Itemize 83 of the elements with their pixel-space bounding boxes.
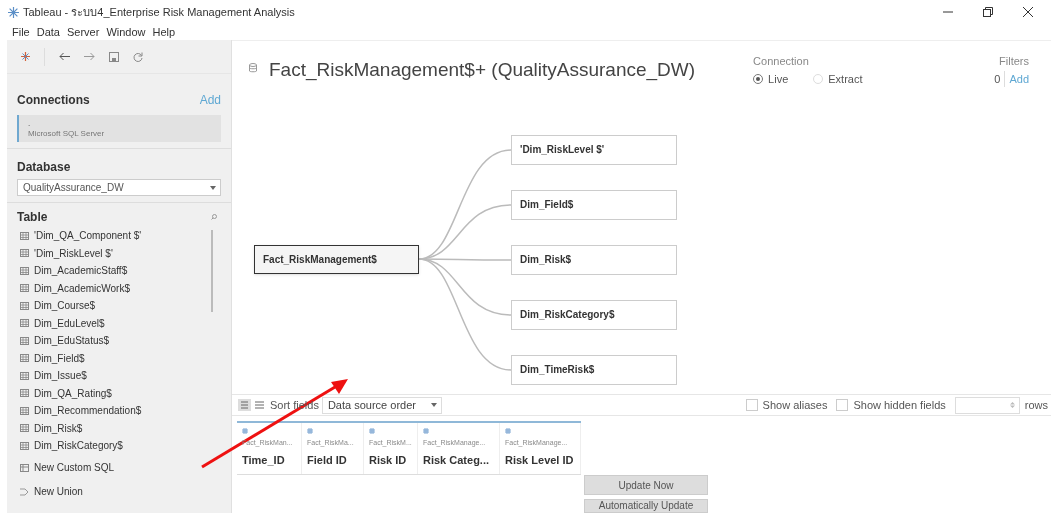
forward-icon[interactable] [84,52,95,61]
table-icon [20,371,29,380]
table-icon [20,249,29,257]
menu-item[interactable]: File [12,23,30,41]
table-list-item[interactable]: Dim_Course$ [34,298,96,313]
dimension-table-node[interactable]: Dim_RiskCategory$ [511,299,677,330]
caret-icon [430,403,437,408]
table-list-item[interactable]: Dim_AcademicWork$ [34,280,130,296]
checkbox-label: Show hidden fields [853,397,946,413]
number-type-icon [423,428,429,434]
table-icon [20,354,29,362]
rows-field[interactable] [954,396,1020,414]
dimension-table-node[interactable]: 'Dim_RiskLevel $' [511,134,677,165]
table-list-item[interactable]: 'Dim_RiskLevel $' [34,245,113,261]
table-icon [20,266,29,275]
table-icon [20,441,29,450]
dimension-table-node[interactable]: Dim_Risk$ [511,244,677,275]
connection-radio[interactable]: Live [753,70,789,87]
table-icon [20,231,29,240]
rows-label: rows [1024,397,1048,413]
menu-item[interactable]: Window [106,23,146,41]
table-list-item[interactable]: Dim_EduStatus$ [34,333,110,348]
union-icon [20,487,29,496]
table-list-item[interactable]: Dim_Field$ [34,350,85,366]
menu-item[interactable]: Data [36,23,60,41]
table-list-item[interactable]: Dim_Recommendation$ [34,403,142,418]
table-list-item[interactable]: Dim_Issue$ [34,368,87,383]
database-icon [249,63,259,73]
save-icon[interactable] [109,51,119,62]
table-icon [20,424,29,432]
number-type-icon [307,428,313,434]
new-union-item[interactable]: New Union [34,484,83,499]
menu-item[interactable]: Server [67,23,100,41]
table-list-item[interactable]: 'Dim_QA_Component $' [34,228,142,243]
checkbox-label: Show aliases [762,397,828,413]
close-icon[interactable] [1023,7,1033,17]
app-logo-icon [8,6,19,18]
caret-icon [210,185,216,190]
fact-table-node[interactable]: Fact_RiskManagement$ [254,244,419,274]
table-list-item[interactable]: Dim_Risk$ [34,420,83,436]
connection-item[interactable]: . Microsoft SQL Server [17,115,221,142]
scrollbar[interactable] [211,230,213,312]
list-view-icon[interactable] [255,401,264,410]
table-list-item[interactable]: Dim_EduLevel$ [34,315,105,331]
custom-sql-icon [20,463,29,472]
refresh-icon[interactable] [133,51,143,62]
number-type-icon [369,428,375,434]
section-heading: Connections [17,92,90,109]
section-heading: Table [17,209,48,226]
update-button[interactable]: Automatically Update [584,499,708,513]
sort-dropdown[interactable]: Data source order [321,396,442,414]
grid-view-icon[interactable] [238,399,251,412]
table-list-item[interactable]: Dim_QA_Rating$ [34,385,112,401]
window-title: Tableau - ระบบ4_Enterprise Risk Management Analysis [23,4,295,20]
table-icon [20,389,29,397]
data-source-title[interactable]: Fact_RiskManagement$+ (QualityAssurance_DW) [269,56,696,85]
filters-label: Filters [999,54,1029,69]
new-custom-sql-item[interactable]: New Custom SQL [34,460,115,475]
restore-icon[interactable] [983,7,993,17]
table-icon [20,284,29,292]
table-icon [20,336,29,345]
update-button[interactable]: Update Now [584,475,708,495]
menu-item[interactable]: Help [152,23,176,41]
checkbox[interactable] [836,399,849,412]
table-list-item[interactable]: Dim_RiskCategory$ [34,438,123,453]
search-icon[interactable] [211,214,217,220]
filters-count: 0 [994,70,1006,87]
dimension-table-node[interactable]: Dim_Field$ [511,189,677,220]
connection-radio[interactable]: Extract [813,70,863,87]
table-icon [20,319,29,327]
section-heading: Database [17,159,72,176]
table-icon [20,301,29,310]
number-type-icon [242,428,248,434]
table-list-item[interactable]: Dim_AcademicStaff$ [34,263,128,278]
logo-icon[interactable] [21,52,30,61]
database-dropdown[interactable]: QualityAssurance_DW [17,179,221,196]
table-icon [20,406,29,415]
back-icon[interactable] [59,52,70,61]
connection-label: Connection [753,54,810,69]
dimension-table-node[interactable]: Dim_TimeRisk$ [511,354,677,385]
stepper-icon [1009,402,1015,409]
number-type-icon [505,428,511,434]
checkbox[interactable] [745,399,758,412]
